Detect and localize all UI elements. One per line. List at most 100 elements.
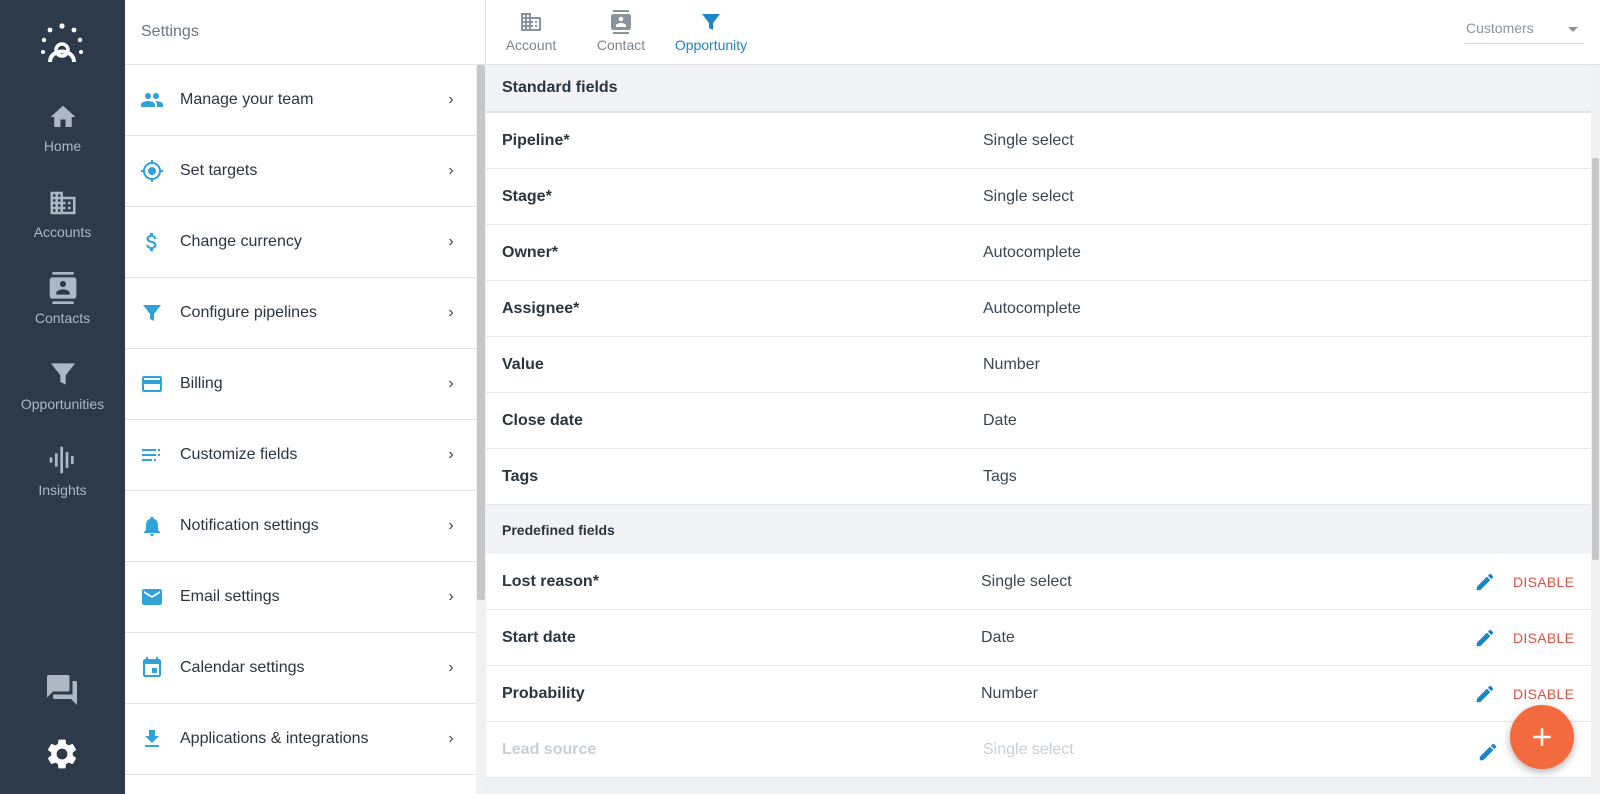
entity-type-select[interactable]: Customers — [1464, 14, 1584, 44]
nav-home-label: Home — [43, 138, 82, 154]
field-type: Tags — [983, 467, 1017, 485]
menu-item-email-settings[interactable]: Email settings › — [125, 562, 476, 633]
nav-insights[interactable]: Insights — [0, 444, 125, 524]
add-fab-button[interactable] — [1510, 705, 1574, 769]
menu-item-label: Applications & integrations — [180, 730, 369, 747]
menu-item-customize-fields[interactable]: Customize fields › — [125, 420, 476, 491]
main-nav: Home Accounts Contacts Opportunities Ins… — [0, 0, 125, 794]
field-name: Start date — [502, 628, 576, 646]
funnel-icon — [140, 301, 164, 325]
predefined-fields-header: Predefined fields — [486, 505, 1591, 554]
chevron-right-icon: › — [448, 233, 454, 250]
menu-item-label: Manage your team — [180, 91, 314, 108]
field-row[interactable]: Assignee* Autocomplete — [486, 281, 1591, 337]
nav-insights-label: Insights — [38, 482, 87, 498]
tab-account-label: Account — [505, 37, 557, 53]
menu-item-label: Billing — [180, 375, 223, 392]
field-type: Single select — [983, 131, 1074, 149]
disable-button[interactable]: DISABLE — [1513, 630, 1574, 646]
tab-opportunity-label: Opportunity — [674, 37, 748, 53]
tab-opportunity[interactable]: Opportunity — [668, 10, 754, 60]
field-row[interactable]: Stage* Single select — [486, 169, 1591, 225]
nav-opportunities[interactable]: Opportunities — [0, 358, 125, 438]
contact-card-icon — [611, 10, 631, 34]
pencil-icon[interactable] — [1474, 571, 1496, 593]
field-row[interactable]: Owner* Autocomplete — [486, 225, 1591, 281]
chevron-right-icon: › — [448, 91, 454, 108]
field-type: Single select — [981, 572, 1072, 590]
field-row[interactable]: Pipeline* Single select — [486, 113, 1591, 169]
menu-item-label: Email settings — [180, 588, 280, 605]
chevron-right-icon: › — [448, 162, 454, 179]
gear-icon[interactable] — [44, 736, 80, 772]
menu-item-notification-settings[interactable]: Notification settings › — [125, 491, 476, 562]
menu-item-change-currency[interactable]: Change currency › — [125, 207, 476, 278]
menu-item-manage-team[interactable]: Manage your team › — [125, 65, 476, 136]
menu-item-configure-pipelines[interactable]: Configure pipelines › — [125, 278, 476, 349]
field-row[interactable]: Lead source Single select — [486, 722, 1591, 778]
funnel-icon — [702, 14, 720, 30]
tab-contact-label: Contact — [596, 37, 646, 53]
menu-item-label: Change currency — [180, 233, 302, 250]
field-name: Owner* — [502, 243, 559, 261]
home-icon — [50, 105, 75, 127]
tab-contact[interactable]: Contact — [584, 10, 658, 60]
tab-account[interactable]: Account — [494, 10, 568, 60]
field-row[interactable]: Start date Date DISABLE — [486, 610, 1591, 666]
menu-item-billing[interactable]: Billing › — [125, 349, 476, 420]
nav-opportunities-label: Opportunities — [20, 396, 105, 412]
disable-button[interactable]: DISABLE — [1513, 686, 1574, 702]
field-row[interactable]: Tags Tags — [486, 449, 1591, 505]
plus-icon — [1533, 728, 1551, 746]
field-type: Single select — [983, 187, 1074, 205]
field-name: Assignee* — [502, 299, 580, 317]
field-name: Probability — [502, 684, 585, 702]
bell-icon — [140, 514, 164, 538]
menu-scrollbar-thumb[interactable] — [477, 65, 485, 600]
field-name: Close date — [502, 411, 583, 429]
calendar-icon — [140, 656, 164, 680]
menu-item-applications-integrations[interactable]: Applications & integrations › — [125, 704, 476, 775]
content-footer-strip — [486, 778, 1591, 794]
pencil-icon[interactable] — [1477, 741, 1499, 763]
insights-icon — [49, 446, 74, 474]
field-type: Date — [983, 411, 1017, 429]
field-type: Number — [983, 355, 1040, 373]
menu-item-label: Notification settings — [180, 517, 319, 534]
nav-accounts-label: Accounts — [33, 224, 92, 240]
envelope-icon — [140, 585, 164, 609]
chevron-right-icon: › — [448, 588, 454, 605]
menu-item-label: Configure pipelines — [180, 304, 317, 321]
fields-content: Account Contact Opportunity Customers St… — [486, 0, 1600, 794]
nav-accounts[interactable]: Accounts — [0, 188, 125, 268]
entity-tabs-bar: Account Contact Opportunity Customers — [486, 0, 1600, 65]
chevron-right-icon: › — [448, 446, 454, 463]
field-row[interactable]: Lost reason* Single select DISABLE — [486, 554, 1591, 610]
field-row[interactable]: Value Number — [486, 337, 1591, 393]
pencil-icon[interactable] — [1474, 683, 1496, 705]
menu-item-label: Customize fields — [180, 446, 298, 463]
disable-button[interactable]: DISABLE — [1513, 574, 1574, 590]
field-row[interactable]: Close date Date — [486, 393, 1591, 449]
chat-icon[interactable] — [44, 672, 80, 708]
funnel-icon — [50, 363, 75, 385]
menu-item-set-targets[interactable]: Set targets › — [125, 136, 476, 207]
field-name: Tags — [502, 467, 539, 485]
content-scrollbar-thumb[interactable] — [1592, 158, 1599, 560]
building-icon — [50, 191, 75, 215]
nav-home[interactable]: Home — [0, 102, 125, 182]
chevron-right-icon: › — [448, 517, 454, 534]
chevron-right-icon: › — [448, 375, 454, 392]
target-icon — [140, 159, 164, 183]
logo-icon[interactable] — [38, 22, 86, 70]
credit-card-icon — [140, 372, 164, 396]
field-row[interactable]: Probability Number DISABLE — [486, 666, 1591, 722]
nav-contacts[interactable]: Contacts — [0, 272, 125, 352]
field-type: Number — [981, 684, 1038, 702]
field-type: Date — [981, 628, 1015, 646]
pencil-icon[interactable] — [1474, 627, 1496, 649]
field-name: Pipeline* — [502, 131, 570, 149]
dollar-icon — [140, 230, 164, 254]
menu-item-calendar-settings[interactable]: Calendar settings › — [125, 633, 476, 704]
chevron-right-icon: › — [448, 304, 454, 321]
